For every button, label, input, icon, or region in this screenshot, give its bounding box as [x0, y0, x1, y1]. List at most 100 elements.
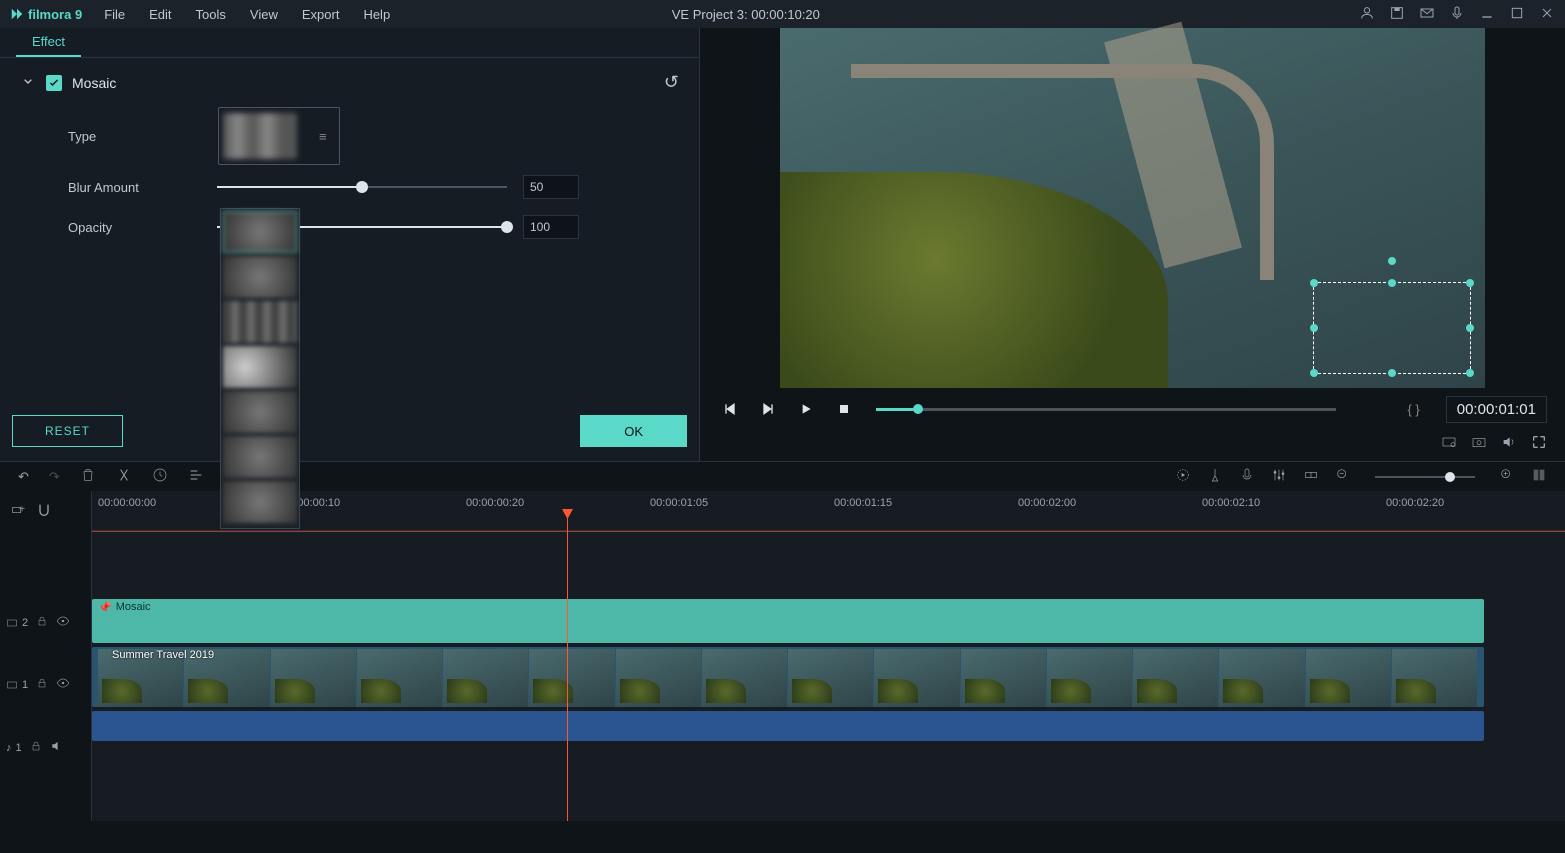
maximize-icon[interactable]	[1509, 5, 1525, 24]
menu-export[interactable]: Export	[292, 3, 350, 26]
resize-handle[interactable]	[1466, 324, 1474, 332]
zoom-fit-icon[interactable]	[1531, 467, 1547, 486]
project-title: VE Project 3: 00:00:10:20	[672, 7, 820, 22]
stop-button[interactable]	[832, 397, 856, 421]
menu-help[interactable]: Help	[353, 3, 400, 26]
close-icon[interactable]	[1539, 5, 1555, 24]
tab-effect[interactable]: Effect	[16, 28, 81, 57]
track-visibility-icon[interactable]	[56, 613, 70, 632]
type-option-5[interactable]	[223, 391, 297, 433]
clip-video[interactable]: Summer Travel 2019	[92, 647, 1484, 707]
snapshot-icon[interactable]	[1471, 434, 1487, 453]
pin-icon: 📌	[98, 601, 112, 614]
redo-icon[interactable]: ↷	[49, 469, 60, 485]
type-option-4[interactable]	[223, 346, 297, 388]
mic-icon[interactable]	[1449, 5, 1465, 24]
blur-slider[interactable]	[217, 186, 507, 188]
track-mute-icon[interactable]	[50, 738, 64, 757]
type-option-7[interactable]	[223, 481, 297, 523]
video-preview[interactable]	[780, 28, 1485, 388]
reset-effect-icon[interactable]: ↺	[664, 72, 679, 93]
ruler-tick: 00:00:02:10	[1202, 497, 1260, 509]
clip-mosaic[interactable]: 📌Mosaic	[92, 599, 1484, 643]
account-icon[interactable]	[1359, 5, 1375, 24]
reset-button[interactable]: RESET	[12, 415, 123, 447]
marker-icon[interactable]	[1207, 467, 1223, 486]
effect-panel: Effect Mosaic ↺ Type ≡ Blur Amount	[0, 28, 700, 461]
type-label: Type	[68, 129, 218, 144]
menu-edit[interactable]: Edit	[139, 3, 181, 26]
type-option-1[interactable]	[223, 211, 297, 253]
play-button[interactable]	[794, 397, 818, 421]
resize-handle[interactable]	[1388, 279, 1396, 287]
menu-file[interactable]: File	[94, 3, 135, 26]
volume-icon[interactable]	[1501, 434, 1517, 453]
undo-icon[interactable]: ↶	[18, 469, 29, 485]
blur-label: Blur Amount	[68, 180, 217, 195]
resize-handle[interactable]	[1310, 324, 1318, 332]
playhead[interactable]	[567, 517, 568, 821]
type-option-6[interactable]	[223, 436, 297, 478]
track-audio-label: ♪ 1	[6, 742, 22, 754]
app-logo: filmora 9	[10, 7, 82, 22]
collapse-chevron-icon[interactable]	[20, 73, 36, 92]
quality-settings-icon[interactable]	[1441, 434, 1457, 453]
edit-mode-icon[interactable]	[152, 467, 168, 486]
clip-audio[interactable]	[92, 711, 1484, 741]
track-lock-icon[interactable]	[36, 613, 48, 632]
type-thumb-preview	[223, 113, 297, 159]
magnet-icon[interactable]	[36, 502, 52, 521]
ruler-tick: 00:00:01:15	[834, 497, 892, 509]
preview-scrubber[interactable]	[876, 408, 1336, 411]
audio-mixer-icon[interactable]	[1271, 467, 1287, 486]
ruler-tick: 00:00:01:05	[650, 497, 708, 509]
zoom-in-icon[interactable]	[1499, 467, 1515, 486]
ok-button[interactable]: OK	[580, 415, 687, 447]
resize-handle[interactable]	[1466, 369, 1474, 377]
menu-tools[interactable]: Tools	[186, 3, 236, 26]
menu-view[interactable]: View	[240, 3, 288, 26]
delete-icon[interactable]	[80, 467, 96, 486]
zoom-out-icon[interactable]	[1335, 467, 1351, 486]
type-option-2[interactable]	[223, 256, 297, 298]
prev-frame-button[interactable]	[718, 397, 742, 421]
next-frame-button[interactable]	[756, 397, 780, 421]
type-dropdown-button[interactable]: ≡	[218, 107, 340, 165]
timecode-display: 00:00:01:01	[1446, 396, 1547, 423]
mosaic-selection-box[interactable]	[1313, 282, 1471, 374]
keyframe-icon[interactable]	[1303, 467, 1319, 486]
zoom-slider[interactable]	[1375, 476, 1475, 478]
track-video-label: 1	[6, 677, 28, 693]
track-lock-icon[interactable]	[36, 675, 48, 694]
resize-handle[interactable]	[1466, 279, 1474, 287]
record-vo-icon[interactable]	[1239, 467, 1255, 486]
resize-handle[interactable]	[1388, 369, 1396, 377]
mail-icon[interactable]	[1419, 5, 1435, 24]
effect-name-label: Mosaic	[72, 75, 116, 91]
track-visibility-icon[interactable]	[56, 675, 70, 694]
track-fx-label: 2	[6, 615, 28, 631]
timeline-ruler[interactable]: 00:00:00:00 00:00:00:10 00:00:00:20 00:0…	[92, 491, 1565, 531]
opacity-value-input[interactable]	[523, 215, 579, 239]
marker-brackets[interactable]: { }	[1407, 402, 1419, 417]
split-icon[interactable]	[116, 467, 132, 486]
crop-icon[interactable]	[188, 467, 204, 486]
minimize-icon[interactable]	[1479, 5, 1495, 24]
rotate-handle[interactable]	[1388, 257, 1396, 265]
save-icon[interactable]	[1389, 5, 1405, 24]
type-option-3[interactable]	[223, 301, 297, 343]
render-icon[interactable]	[1175, 467, 1191, 486]
menu-bar: filmora 9 File Edit Tools View Export He…	[0, 0, 1565, 28]
ruler-tick: 00:00:00:00	[98, 497, 156, 509]
resize-handle[interactable]	[1310, 369, 1318, 377]
resize-handle[interactable]	[1310, 279, 1318, 287]
effect-enable-checkbox[interactable]	[46, 75, 62, 91]
opacity-label: Opacity	[68, 220, 217, 235]
blur-value-input[interactable]	[523, 175, 579, 199]
track-lock-icon[interactable]	[30, 738, 42, 757]
ruler-tick: 00:00:02:00	[1018, 497, 1076, 509]
ruler-tick: 00:00:00:20	[466, 497, 524, 509]
add-track-icon[interactable]	[10, 502, 26, 521]
type-dropdown-list[interactable]	[220, 208, 300, 529]
fullscreen-icon[interactable]	[1531, 434, 1547, 453]
